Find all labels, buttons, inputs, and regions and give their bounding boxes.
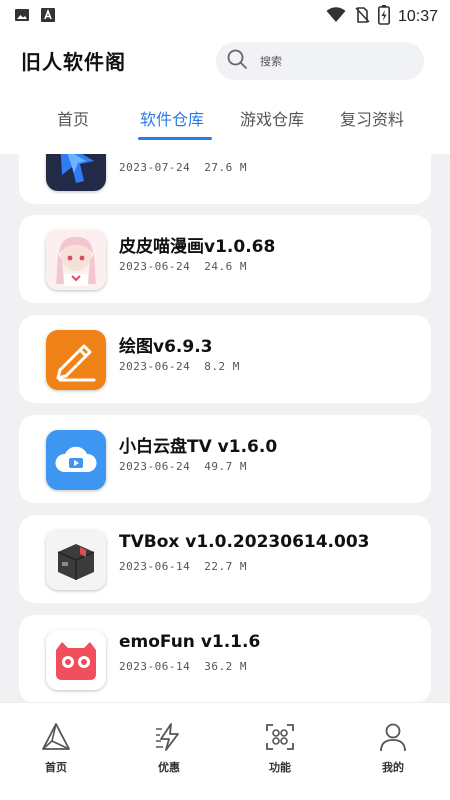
app-size: 36.2 M: [204, 660, 247, 673]
app-list: 2023-07-24 27.6 M 皮皮喵漫画v1.0.68 2023-06-24…: [0, 154, 450, 702]
app-size: 49.7 M: [204, 460, 247, 473]
app-date: 2023-06-24: [119, 460, 191, 473]
app-date: 2023-06-14: [119, 560, 191, 573]
tab-game-repo[interactable]: 游戏仓库: [240, 106, 304, 130]
search-icon: [226, 48, 248, 74]
app-title: 旧人软件阁: [21, 50, 126, 74]
active-tab-indicator: [138, 137, 212, 140]
emo-face-icon: [46, 630, 106, 690]
app-name: 皮皮喵漫画v1.0.68: [119, 237, 276, 257]
app-date: 2023-06-24: [119, 260, 191, 273]
scan-icon: [250, 721, 310, 753]
person-icon: [363, 721, 423, 753]
app-meta: 2023-06-14 22.7 M: [119, 560, 261, 573]
nav-deals[interactable]: 优惠: [139, 721, 199, 775]
app-date: 2023-06-24: [119, 360, 191, 373]
app-name: TVBox v1.0.20230614.003: [119, 532, 370, 552]
app-card[interactable]: 绘图v6.9.3 2023-06-24 8.2 M: [19, 315, 431, 403]
nav-label: 我的: [382, 761, 404, 774]
app-meta: 2023-06-14 36.2 M: [119, 660, 261, 673]
tab-home[interactable]: 首页: [57, 106, 89, 130]
app-size: 24.6 M: [204, 260, 247, 273]
nav-profile[interactable]: 我的: [363, 721, 423, 775]
tab-software-repo[interactable]: 软件仓库: [140, 106, 204, 130]
clock: 10:37: [397, 8, 438, 25]
anime-girl-icon: [46, 230, 106, 290]
status-bar: 10:37: [0, 0, 450, 32]
app-date: 2023-06-14: [119, 660, 191, 673]
bottom-nav: 首页 优惠 功能 我的: [0, 702, 450, 800]
nav-home[interactable]: 首页: [26, 721, 86, 775]
cloud-play-icon: [46, 430, 106, 490]
app-size: 27.6 M: [204, 161, 247, 174]
app-size: 8.2 M: [204, 360, 240, 373]
pencil-icon: [46, 330, 106, 390]
triangle-home-icon: [26, 721, 86, 753]
app-meta: 2023-06-24 24.6 M: [119, 260, 261, 273]
category-tabs: 首页 软件仓库 游戏仓库 复习资料: [0, 100, 450, 144]
a-icon: [40, 7, 56, 27]
app-meta: 2023-07-24 27.6 M: [119, 161, 261, 174]
no-sim-icon: [354, 6, 370, 28]
app-name: 小白云盘TV v1.6.0: [119, 437, 278, 457]
app-meta: 2023-06-24 49.7 M: [119, 460, 261, 473]
app-name: emoFun v1.1.6: [119, 632, 261, 652]
tab-study-materials[interactable]: 复习资料: [340, 106, 404, 130]
app-card[interactable]: 2023-07-24 27.6 M: [19, 154, 431, 204]
app-card[interactable]: emoFun v1.1.6 2023-06-14 36.2 M: [19, 615, 431, 702]
search-input[interactable]: [260, 54, 410, 68]
app-size: 22.7 M: [204, 560, 247, 573]
app-name: 绘图v6.9.3: [119, 337, 213, 357]
nav-label: 功能: [269, 761, 291, 774]
battery-icon: [377, 5, 390, 29]
box-icon: [46, 530, 106, 590]
nav-label: 优惠: [158, 761, 180, 774]
nav-label: 首页: [45, 761, 67, 774]
nav-features[interactable]: 功能: [250, 721, 310, 775]
wifi-icon: [326, 7, 346, 27]
lightning-icon: [139, 721, 199, 753]
app-card[interactable]: TVBox v1.0.20230614.003 2023-06-14 22.7 M: [19, 515, 431, 603]
app-meta: 2023-06-24 8.2 M: [119, 360, 254, 373]
app-card[interactable]: 皮皮喵漫画v1.0.68 2023-06-24 24.6 M: [19, 215, 431, 303]
app-date: 2023-07-24: [119, 161, 191, 174]
search-box[interactable]: [216, 42, 424, 80]
image-icon: [14, 7, 30, 27]
app-card[interactable]: 小白云盘TV v1.6.0 2023-06-24 49.7 M: [19, 415, 431, 503]
blue-cursor-icon: [46, 154, 106, 191]
